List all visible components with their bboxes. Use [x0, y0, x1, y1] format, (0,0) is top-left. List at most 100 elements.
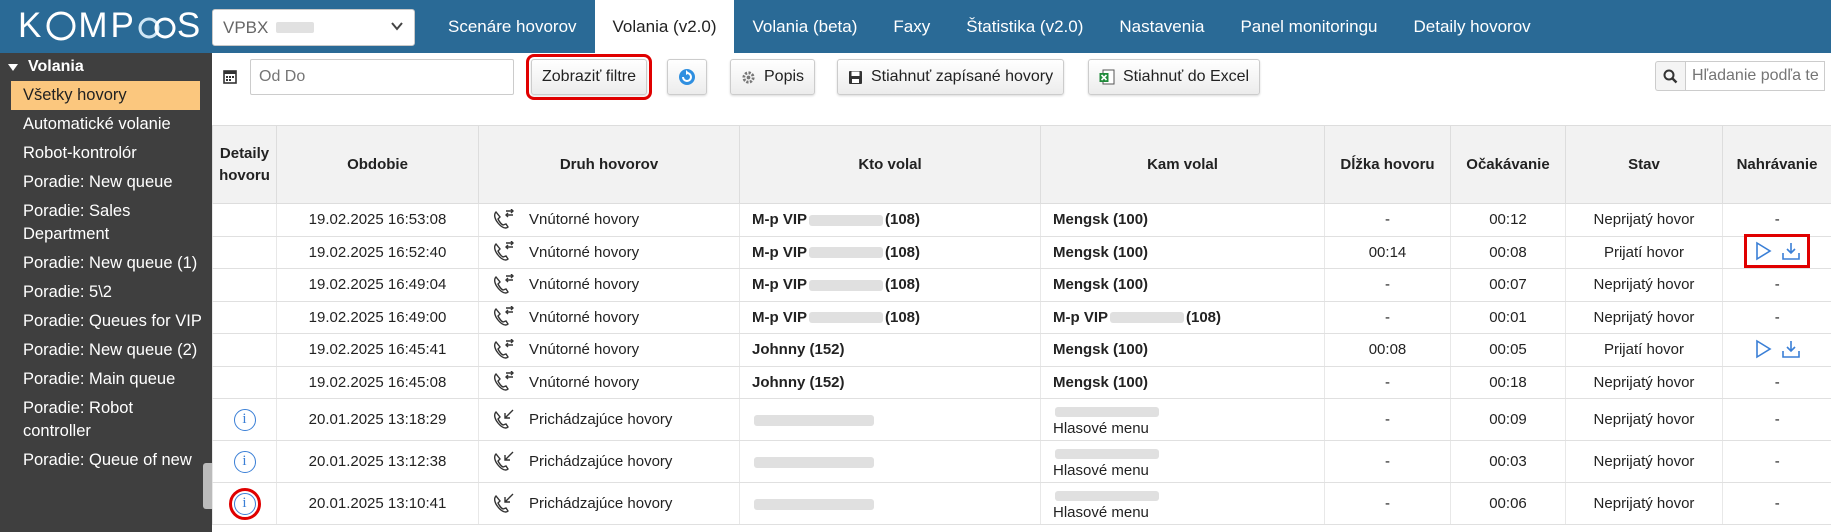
download-excel-button[interactable]: Stiahnuť do Excel — [1088, 59, 1261, 95]
col-header-wait[interactable]: Očakávanie — [1450, 125, 1566, 204]
refresh-icon — [679, 69, 695, 85]
calls-table: Detaily hovoru Obdobie Druh hovorov Kto … — [212, 125, 1831, 525]
search-input[interactable] — [1685, 61, 1825, 91]
cell-recording: - — [1722, 366, 1831, 399]
cell-period: 19.02.2025 16:49:04 — [276, 268, 479, 302]
blurred-number — [754, 498, 874, 510]
sidebar-item-all-calls[interactable]: Všetky hovory — [11, 81, 200, 110]
sidebar-item-queue[interactable]: Poradie: Sales Department — [0, 197, 212, 249]
col-header-recording[interactable]: Nahrávanie — [1722, 125, 1831, 204]
col-header-period[interactable]: Obdobie — [276, 125, 479, 204]
table-row[interactable]: i 20.01.2025 13:10:41 Prichádzajúce hovo… — [212, 482, 1831, 525]
sidebar-item-queue[interactable]: Poradie: Queue of new — [0, 446, 212, 475]
sidebar-item-queue[interactable]: Poradie: New queue (1) — [0, 249, 212, 278]
vpbx-select[interactable]: VPBX — [212, 9, 415, 46]
tab-monitoring-panel[interactable]: Panel monitoringu — [1222, 0, 1395, 53]
sidebar-item-queue[interactable]: Poradie: Robot controller — [0, 394, 212, 446]
tab-call-details[interactable]: Detaily hovorov — [1395, 0, 1548, 53]
cell-caller: Johnny (152) — [739, 366, 1041, 399]
cell-callee: Mengsk (100) — [1040, 268, 1325, 302]
download-icon[interactable] — [1781, 241, 1801, 261]
description-button[interactable]: Popis — [730, 59, 816, 95]
cell-recording: - — [1722, 268, 1831, 302]
tab-calls-beta[interactable]: Volania (beta) — [734, 0, 875, 53]
blurred-number — [809, 279, 883, 291]
cell-wait: 00:05 — [1450, 333, 1566, 367]
blurred-number — [1110, 312, 1184, 324]
blurred-number — [1055, 406, 1159, 417]
info-icon[interactable]: i — [233, 450, 256, 473]
incoming-call-icon — [493, 451, 514, 471]
table-row[interactable]: 19.02.2025 16:49:00 Vnútorné hovory M-p … — [212, 301, 1831, 334]
cell-wait: 00:12 — [1450, 203, 1566, 237]
col-header-status[interactable]: Stav — [1565, 125, 1723, 204]
info-icon[interactable]: i — [228, 487, 261, 520]
internal-call-icon — [493, 371, 514, 391]
tab-statistics-v2[interactable]: Štatistika (v2.0) — [948, 0, 1101, 53]
sidebar-item-queue[interactable]: Poradie: Main queue — [0, 365, 212, 394]
table-row[interactable]: i 20.01.2025 13:12:38 Prichádzajúce hovo… — [212, 440, 1831, 483]
play-icon[interactable] — [1753, 241, 1773, 261]
table-row[interactable]: 19.02.2025 16:49:04 Vnútorné hovory M-p … — [212, 268, 1831, 302]
blurred-number — [1055, 490, 1159, 501]
sidebar-item-robot-controller[interactable]: Robot-kontrolór — [0, 139, 212, 168]
kompas-logo[interactable]: K MP S — [18, 6, 203, 46]
tab-calls-v2[interactable]: Volania (v2.0) — [594, 0, 735, 53]
tab-faxes[interactable]: Faxy — [875, 0, 948, 53]
cell-period: 19.02.2025 16:52:40 — [276, 236, 479, 269]
table-row[interactable]: 19.02.2025 16:53:08 Vnútorné hovory M-p … — [212, 203, 1831, 237]
cell-status: Neprijatý hovor — [1565, 203, 1723, 237]
table-row[interactable]: i 20.01.2025 13:18:29 Prichádzajúce hovo… — [212, 398, 1831, 441]
show-filters-button[interactable]: Zobraziť filtre — [525, 54, 653, 100]
sidebar-item-auto-dial[interactable]: Automatické volanie — [0, 110, 212, 139]
table-row[interactable]: 19.02.2025 16:52:40 Vnútorné hovory M-p … — [212, 234, 1831, 269]
table-row[interactable]: 19.02.2025 16:45:41 Vnútorné hovory John… — [212, 333, 1831, 367]
sidebar: Volania Všetky hovory Automatické volani… — [0, 53, 213, 532]
col-header-caller[interactable]: Kto volal — [739, 125, 1041, 204]
incoming-call-icon — [493, 409, 514, 429]
tab-call-scenarios[interactable]: Scenáre hovorov — [430, 0, 595, 53]
internal-call-icon — [493, 338, 514, 359]
sidebar-item-queue[interactable]: Poradie: Queues for VIP — [0, 307, 212, 336]
col-header-details[interactable]: Detaily hovoru — [212, 125, 277, 204]
download-recorded-calls-button[interactable]: Stiahnuť zapísané hovory — [837, 59, 1065, 95]
cell-call-kind: Vnútorné hovory — [478, 301, 740, 334]
tab-settings[interactable]: Nastavenia — [1101, 0, 1222, 53]
date-range-input[interactable] — [250, 59, 514, 95]
cell-callee: Mengsk (100) — [1040, 366, 1325, 399]
cell-caller — [739, 482, 1041, 525]
cell-period: 19.02.2025 16:53:08 — [276, 203, 479, 237]
chevron-down-icon — [391, 22, 403, 31]
blurred-number — [1055, 448, 1159, 459]
cell-period: 19.02.2025 16:45:41 — [276, 333, 479, 367]
logo-o-icon — [46, 11, 76, 41]
cell-recording — [1722, 333, 1831, 367]
cell-recording: - — [1722, 203, 1831, 237]
cell-callee: Mengsk (100) — [1040, 333, 1325, 367]
play-icon[interactable] — [1753, 339, 1773, 359]
info-icon[interactable]: i — [233, 408, 256, 431]
sidebar-item-queue[interactable]: Poradie: 5\2 — [0, 278, 212, 307]
cell-callee: Hlasové menu — [1040, 482, 1325, 525]
sidebar-section-calls[interactable]: Volania — [0, 53, 212, 81]
toolbar: Zobraziť filtre Popis Stiahnuť zapísané … — [212, 53, 1831, 125]
refresh-button[interactable] — [667, 59, 707, 95]
cell-caller: M-p VIP (108) — [739, 301, 1041, 334]
cell-status: Neprijatý hovor — [1565, 268, 1723, 302]
calendar-icon[interactable] — [222, 60, 238, 92]
sidebar-item-queue[interactable]: Poradie: New queue — [0, 168, 212, 197]
cell-status: Prijatí hovor — [1565, 236, 1723, 269]
cell-wait: 00:07 — [1450, 268, 1566, 302]
cell-call-kind: Prichádzajúce hovory — [478, 398, 740, 441]
cell-caller: M-p VIP (108) — [739, 268, 1041, 302]
col-header-callee[interactable]: Kam volal — [1040, 125, 1325, 204]
col-header-call-kind[interactable]: Druh hovorov — [478, 125, 740, 204]
download-icon[interactable] — [1781, 339, 1801, 359]
cell-callee: M-p VIP (108) — [1040, 301, 1325, 334]
cell-status: Neprijatý hovor — [1565, 482, 1723, 525]
sidebar-item-queue[interactable]: Poradie: New queue (2) — [0, 336, 212, 365]
col-header-duration[interactable]: Dĺžka hovoru — [1324, 125, 1451, 204]
search-icon[interactable] — [1655, 61, 1685, 91]
main-tabs: Scenáre hovorov Volania (v2.0) Volania (… — [430, 0, 1549, 53]
table-row[interactable]: 19.02.2025 16:45:08 Vnútorné hovory John… — [212, 366, 1831, 399]
